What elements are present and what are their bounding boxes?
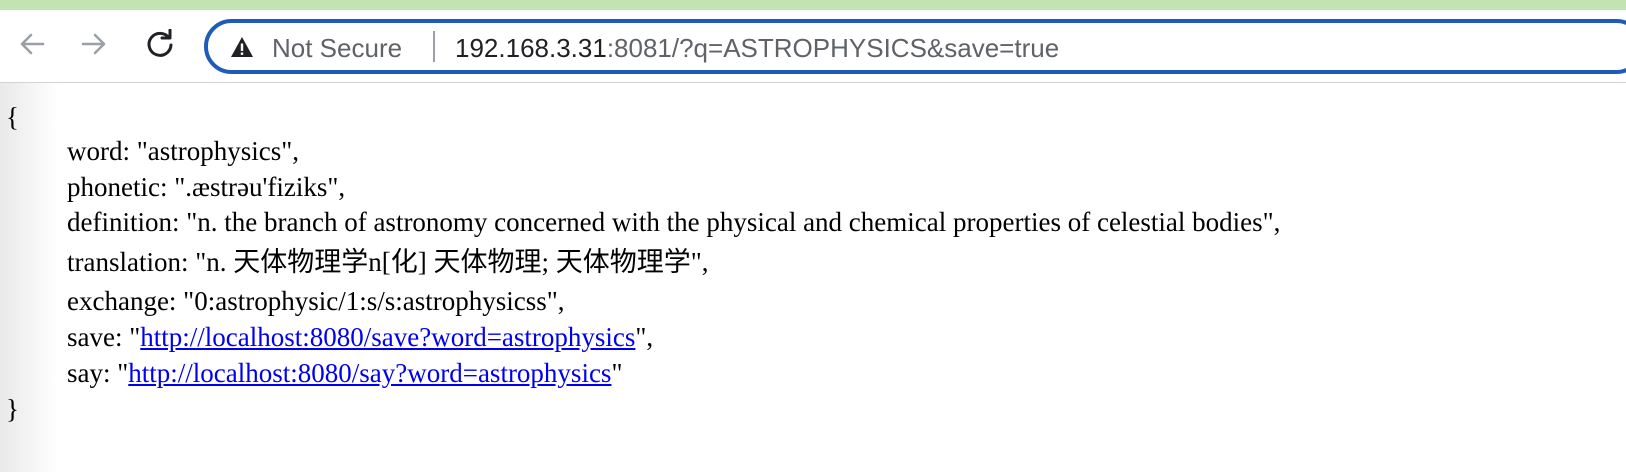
browser-toolbar: Not Secure 192.168.3.31:8081/?q=ASTROPHY…	[0, 10, 1626, 83]
field-label: definition: "	[67, 207, 198, 237]
field-label: exchange: "	[67, 286, 195, 316]
back-button[interactable]	[12, 24, 52, 64]
say-link[interactable]: http://localhost:8080/say?word=astrophys…	[128, 358, 611, 388]
translation-value: n. 天体物理学n[化] 天体物理; 天体物理学	[206, 247, 691, 277]
word-value: astrophysics	[147, 136, 282, 166]
field-suffix: ",	[281, 136, 300, 166]
page-content: { word: "astrophysics", phonetic: ".æstr…	[0, 83, 1626, 472]
url-path-query: :8081/?q=ASTROPHYSICS&save=true	[606, 33, 1060, 63]
reload-icon	[145, 29, 175, 59]
address-bar[interactable]: Not Secure 192.168.3.31:8081/?q=ASTROPHY…	[204, 19, 1626, 74]
exchange-value: 0:astrophysic/1:s/s:astrophysicss	[194, 286, 547, 316]
url-text[interactable]: 192.168.3.31:8081/?q=ASTROPHYSICS&save=t…	[455, 32, 1059, 64]
warning-triangle-icon[interactable]	[230, 36, 254, 58]
omnibox-divider	[433, 31, 435, 62]
json-open-brace: {	[6, 102, 19, 132]
arrow-right-icon	[79, 29, 109, 59]
field-suffix: "	[611, 358, 623, 388]
json-field-translation: translation: "n. 天体物理学n[化] 天体物理; 天体物理学",	[67, 245, 709, 279]
reload-button[interactable]	[140, 24, 180, 64]
json-field-phonetic: phonetic: ".æstrəu'fiziks",	[67, 170, 345, 204]
url-host: 192.168.3.31	[455, 33, 607, 63]
field-label: say: "	[67, 358, 129, 388]
json-field-say: say: "http://localhost:8080/say?word=ast…	[67, 356, 622, 390]
save-link[interactable]: http://localhost:8080/save?word=astrophy…	[140, 322, 635, 352]
security-status-label[interactable]: Not Secure	[272, 32, 402, 64]
field-label: phonetic: "	[67, 172, 186, 202]
field-label: word: "	[67, 136, 148, 166]
field-label: translation: "	[67, 247, 207, 277]
json-field-exchange: exchange: "0:astrophysic/1:s/s:astrophys…	[67, 284, 565, 318]
json-field-word: word: "astrophysics",	[67, 134, 299, 168]
definition-value: n. the branch of astronomy concerned wit…	[197, 207, 1263, 237]
field-suffix: ",	[327, 172, 346, 202]
field-suffix: ",	[690, 247, 709, 277]
window-top-strip	[0, 0, 1626, 10]
field-suffix: ",	[1262, 207, 1281, 237]
json-field-definition: definition: "n. the branch of astronomy …	[67, 205, 1280, 239]
phonetic-value: .æstrəu'fiziks	[185, 172, 328, 202]
forward-button[interactable]	[74, 24, 114, 64]
field-suffix: ",	[635, 322, 654, 352]
json-close-brace: }	[6, 394, 19, 424]
field-suffix: ",	[546, 286, 565, 316]
arrow-left-icon	[17, 29, 47, 59]
field-label: save: "	[67, 322, 141, 352]
json-field-save: save: "http://localhost:8080/save?word=a…	[67, 320, 653, 354]
